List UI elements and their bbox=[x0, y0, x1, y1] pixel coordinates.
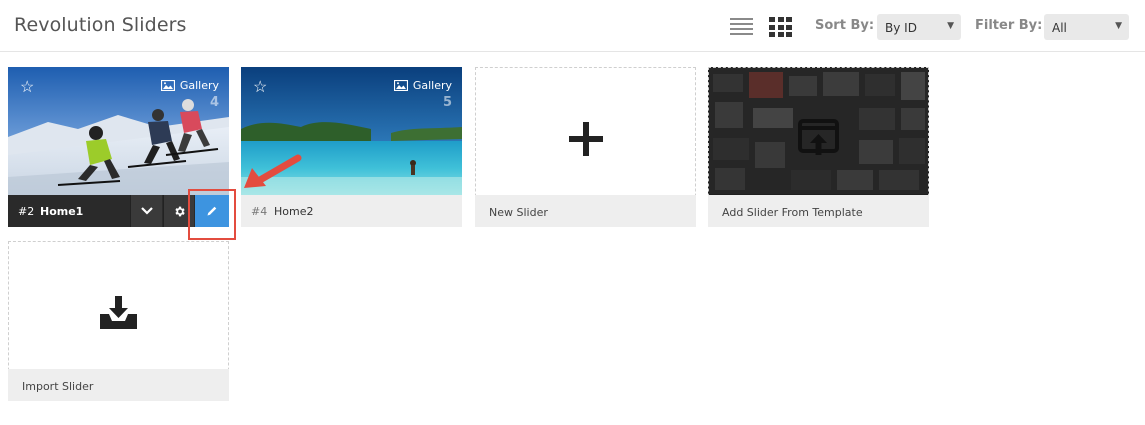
grid-view-icon[interactable] bbox=[769, 17, 792, 37]
star-outline-icon[interactable]: ☆ bbox=[253, 77, 267, 97]
plus-icon bbox=[569, 122, 603, 156]
slide-count: 4 bbox=[209, 95, 219, 110]
slider-name[interactable]: Home1 bbox=[40, 205, 83, 218]
new-slider-footer: New Slider bbox=[475, 195, 696, 227]
slider-id: #2 bbox=[18, 205, 35, 218]
slider-name[interactable]: Home2 bbox=[274, 205, 313, 218]
template-slider-card[interactable]: Add Slider From Template bbox=[708, 67, 929, 227]
tray-download-icon bbox=[100, 296, 137, 329]
list-view-icon[interactable] bbox=[730, 18, 753, 35]
gallery-tag: Gallery bbox=[393, 79, 452, 92]
sort-select-value: By ID bbox=[885, 21, 917, 35]
star-outline-icon[interactable]: ☆ bbox=[20, 77, 34, 97]
chevron-down-icon: ▼ bbox=[947, 21, 954, 31]
slider-thumbnail[interactable]: ☆ Gallery 4 bbox=[8, 67, 229, 195]
image-icon bbox=[160, 80, 175, 91]
filter-select-value: All bbox=[1052, 21, 1067, 35]
import-label: Import Slider bbox=[22, 380, 94, 393]
chevron-down-icon bbox=[140, 207, 153, 215]
template-footer: Add Slider From Template bbox=[708, 195, 929, 227]
image-icon bbox=[393, 80, 408, 91]
header-bar: Revolution Sliders Sort By: By ID ▼ Filt… bbox=[0, 0, 1145, 52]
filter-select[interactable]: All ▼ bbox=[1044, 14, 1129, 40]
slider-card-home2[interactable]: ☆ Gallery 5 #4 Home2 bbox=[241, 67, 462, 227]
import-footer: Import Slider bbox=[8, 369, 229, 401]
gallery-tag: Gallery bbox=[160, 79, 219, 92]
sort-select[interactable]: By ID ▼ bbox=[877, 14, 961, 40]
slide-count: 5 bbox=[442, 95, 452, 110]
chevron-down-icon: ▼ bbox=[1115, 21, 1122, 31]
slider-footer: #4 Home2 bbox=[241, 195, 462, 227]
slider-type: Gallery bbox=[412, 79, 452, 92]
annotation-highlight-box bbox=[188, 189, 236, 240]
annotation-arrow bbox=[244, 154, 302, 188]
template-label: Add Slider From Template bbox=[722, 206, 863, 219]
window-upload-icon bbox=[798, 119, 839, 155]
slider-options-button[interactable] bbox=[130, 195, 162, 227]
import-slider-card[interactable]: Import Slider bbox=[8, 241, 229, 401]
filter-label: Filter By: bbox=[975, 18, 1043, 33]
gear-icon bbox=[174, 206, 185, 216]
new-slider-card[interactable]: New Slider bbox=[475, 67, 696, 227]
page-title: Revolution Sliders bbox=[14, 14, 187, 36]
slider-id: #4 bbox=[251, 205, 268, 218]
new-slider-label: New Slider bbox=[489, 206, 548, 219]
sort-label: Sort By: bbox=[815, 18, 875, 33]
slider-type: Gallery bbox=[179, 79, 219, 92]
